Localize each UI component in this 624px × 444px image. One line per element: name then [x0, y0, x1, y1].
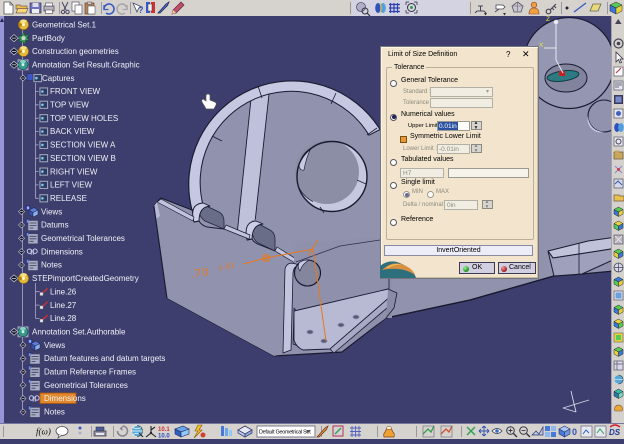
svg-text:Views: Views [44, 341, 65, 350]
svg-text:BACK VIEW: BACK VIEW [50, 127, 95, 136]
svg-text:Default Geometrical Set: Default Geometrical Set [259, 429, 311, 435]
svg-text:PartBody: PartBody [32, 34, 65, 43]
svg-text:Notes: Notes [44, 408, 65, 417]
svg-text:f(ω): f(ω) [36, 427, 51, 437]
svg-text:Geometrical Tolerances: Geometrical Tolerances [44, 381, 128, 390]
svg-text:Views: Views [41, 207, 62, 216]
svg-text:Datums: Datums [41, 221, 69, 230]
svg-text:Geometrical Tolerances: Geometrical Tolerances [41, 234, 125, 243]
svg-text:DS: DS [609, 428, 621, 437]
svg-text:SECTION VIEW B: SECTION VIEW B [50, 154, 116, 163]
svg-text:?: ? [138, 5, 144, 15]
svg-text:RIGHT VIEW: RIGHT VIEW [50, 167, 98, 176]
svg-text:Annotation Set Result.Graphic: Annotation Set Result.Graphic [32, 61, 140, 70]
svg-text:Dimensions: Dimensions [44, 394, 86, 403]
svg-text:TOP VIEW HOLES: TOP VIEW HOLES [50, 114, 118, 123]
svg-text:Geometrical Set.1: Geometrical Set.1 [32, 20, 97, 29]
svg-text:10.0: 10.0 [158, 434, 170, 440]
svg-text:Notes: Notes [41, 261, 62, 270]
svg-text:Annotation Set.Authorable: Annotation Set.Authorable [32, 328, 126, 337]
svg-text:FRONT VIEW: FRONT VIEW [50, 87, 101, 96]
svg-text:Line.26: Line.26 [50, 287, 77, 296]
svg-text:Dimensions: Dimensions [41, 247, 83, 256]
svg-text:Captures: Captures [42, 74, 74, 83]
svg-text:SECTION VIEW A: SECTION VIEW A [50, 141, 116, 150]
svg-text:STEPimportCreatedGeometry: STEPimportCreatedGeometry [32, 274, 139, 283]
svg-text:Datum features and datum targe: Datum features and datum targets [44, 354, 165, 363]
svg-text:LEFT VIEW: LEFT VIEW [50, 181, 93, 190]
svg-text:TOP VIEW: TOP VIEW [50, 101, 89, 110]
svg-text:RELEASE: RELEASE [50, 194, 87, 203]
svg-text:0: 0 [572, 427, 577, 437]
svg-text:10.1: 10.1 [158, 427, 170, 433]
svg-text:Datum Reference Frames: Datum Reference Frames [44, 368, 136, 377]
svg-text:Line.27: Line.27 [50, 301, 77, 310]
svg-text:Construction geometries: Construction geometries [32, 47, 119, 56]
svg-text:Line.28: Line.28 [50, 314, 77, 323]
